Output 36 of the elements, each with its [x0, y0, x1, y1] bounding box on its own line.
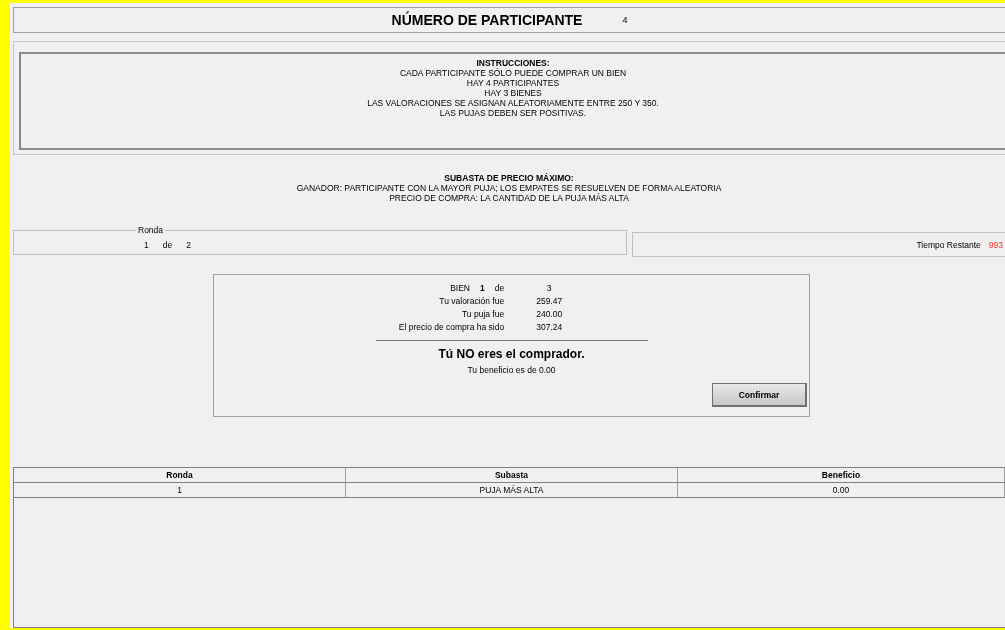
participant-number: 4 [622, 15, 628, 25]
instructions-title: INSTRUCCIONES: [476, 58, 550, 68]
result-label: Tu puja fue [460, 309, 505, 319]
instruction-line: CADA PARTICIPANTE SÓLO PUEDE COMPRAR UN BIEN [399, 68, 627, 78]
timer-value: 993 [988, 239, 1003, 250]
result-value: 240.00 [535, 309, 564, 319]
auction-rule: GANADOR: PARTICIPANTE CON LA MAYOR PUJA; LOS EMPATES SE RESUELVEN DE FORMA ALEATORIA [296, 183, 722, 193]
outcome-text: Tú NO eres el comprador. [438, 347, 585, 361]
result-label: Tu valoración fue [438, 296, 505, 306]
confirm-button[interactable]: Confirmar [712, 383, 807, 407]
round-legend: Ronda [136, 225, 166, 235]
auction-rule: PRECIO DE COMPRA: LA CANTIDAD DE LA PUJA MÁS ALTA [389, 193, 629, 203]
instruction-line: HAY 4 PARTICIPANTES [466, 78, 560, 88]
header-title: NÚMERO DE PARTICIPANTE [391, 12, 583, 28]
table-cell: 1 [14, 483, 346, 497]
good-label: BIEN [450, 283, 470, 293]
column-header: Ronda [14, 468, 346, 482]
round-of: de [162, 239, 173, 250]
good-current: 1 [480, 283, 485, 293]
good-total: 3 [545, 283, 553, 293]
timer-label: Tiempo Restante [916, 239, 981, 250]
table-cell: 0.00 [678, 483, 1005, 497]
auction-title: SUBASTA DE PRECIO MÁXIMO: [444, 173, 574, 183]
instruction-line: LAS PUJAS DEBEN SER POSITIVAS. [439, 108, 587, 118]
instruction-line: LAS VALORACIONES SE ASIGNAN ALEATORIAMENTE ENTRE 250 Y 350. [367, 98, 659, 108]
round-total: 2 [186, 239, 191, 250]
round-current: 1 [144, 239, 149, 250]
column-header: Subasta [346, 468, 678, 482]
column-header: Beneficio [678, 468, 1005, 482]
profit-text: Tu beneficio es de 0.00 [467, 365, 556, 375]
table-cell: PUJA MÁS ALTA [346, 483, 678, 497]
result-value: 307.24 [535, 322, 564, 332]
result-label: El precio de compra ha sido [398, 322, 505, 332]
instruction-line: HAY 3 BIENES [484, 88, 542, 98]
result-value: 259.47 [535, 296, 564, 306]
good-of: de [494, 283, 505, 293]
